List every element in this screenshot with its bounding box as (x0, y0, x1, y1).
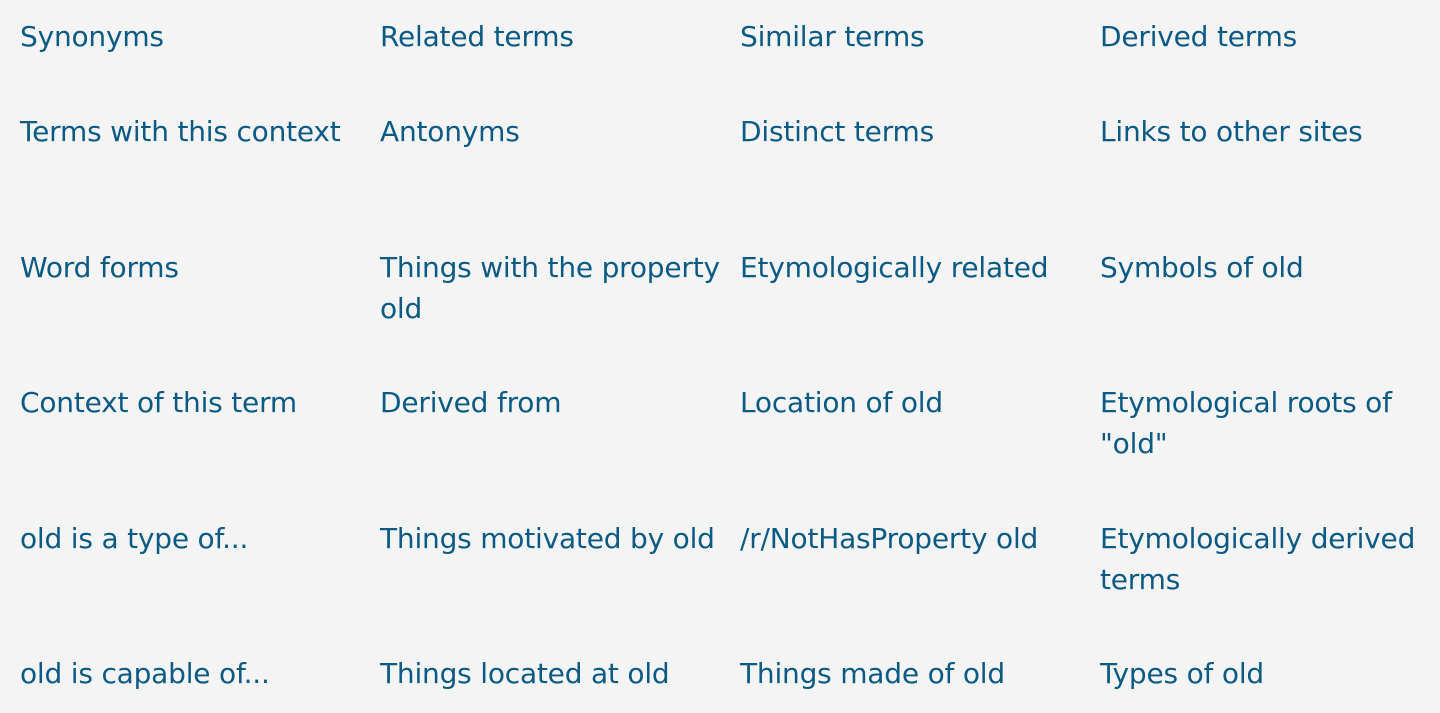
not-has-property-link[interactable]: /r/NotHasProperty old (740, 518, 1100, 559)
links-to-other-sites-link[interactable]: Links to other sites (1100, 111, 1440, 152)
terms-with-this-context-link[interactable]: Terms with this context (20, 111, 380, 152)
things-made-of-link[interactable]: Things made of old (740, 653, 1100, 694)
similar-terms-link[interactable]: Similar terms (740, 16, 1100, 57)
distinct-terms-link[interactable]: Distinct terms (740, 111, 1100, 152)
is-a-type-of-link[interactable]: old is a type of... (20, 518, 380, 559)
antonyms-link[interactable]: Antonyms (380, 111, 740, 152)
is-capable-of-link[interactable]: old is capable of... (20, 653, 380, 694)
etymological-roots-link[interactable]: Etymological roots of "old" (1100, 382, 1440, 464)
symbols-of-link[interactable]: Symbols of old (1100, 247, 1440, 288)
things-motivated-by-link[interactable]: Things motivated by old (380, 518, 740, 559)
relation-links-grid: Synonyms Related terms Similar terms Der… (20, 16, 1440, 713)
things-located-at-link[interactable]: Things located at old (380, 653, 740, 694)
etymologically-related-link[interactable]: Etymologically related (740, 247, 1100, 288)
types-of-link[interactable]: Types of old (1100, 653, 1440, 694)
derived-from-link[interactable]: Derived from (380, 382, 740, 423)
related-terms-link[interactable]: Related terms (380, 16, 740, 57)
derived-terms-link[interactable]: Derived terms (1100, 16, 1440, 57)
etymologically-derived-terms-link[interactable]: Etymologically derived terms (1100, 518, 1440, 600)
things-with-property-link[interactable]: Things with the property old (380, 247, 740, 329)
word-forms-link[interactable]: Word forms (20, 247, 380, 288)
context-of-this-term-link[interactable]: Context of this term (20, 382, 380, 423)
synonyms-link[interactable]: Synonyms (20, 16, 380, 57)
location-of-link[interactable]: Location of old (740, 382, 1100, 423)
